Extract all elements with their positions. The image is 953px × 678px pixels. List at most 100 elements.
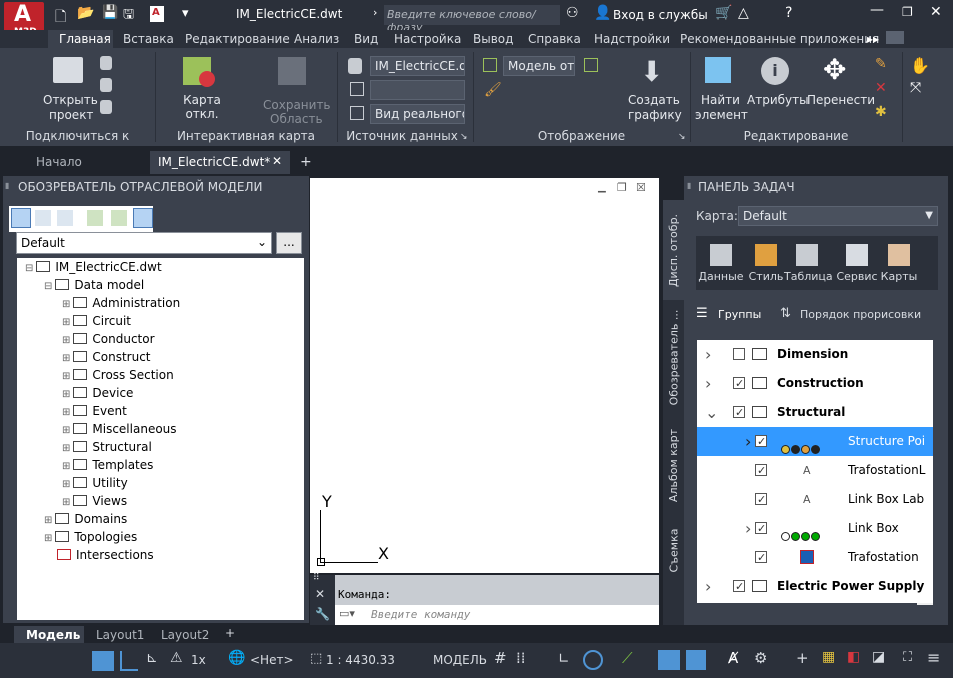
save-area-button[interactable]: Сохранить Область (260, 53, 332, 126)
chevron-down-icon[interactable]: ⌄ (705, 398, 718, 427)
find-element-button[interactable]: Найти элемент (693, 53, 748, 123)
tab-featured-apps[interactable]: Рекомендованные приложения (680, 32, 879, 46)
tree-item[interactable]: ⊞ Device (62, 384, 133, 402)
attributes-button[interactable]: i Атрибуты (745, 53, 809, 123)
ribbon-toggle-icon[interactable] (886, 31, 904, 44)
gear-icon[interactable]: ⚙ (754, 649, 767, 667)
toolbar-icon-6[interactable] (133, 208, 153, 228)
view-combo[interactable]: Вид реального (370, 104, 465, 124)
tree-item[interactable]: ⊞ Event (62, 402, 127, 420)
tree-item[interactable]: ⊞ Circuit (62, 312, 131, 330)
tree-item[interactable]: ⊞ Administration (62, 294, 180, 312)
viewport-close-icon[interactable]: ☒ (636, 181, 646, 194)
open-icon[interactable]: 📂 (77, 5, 94, 21)
layer-visible-checkbox[interactable] (755, 543, 767, 572)
workspace-icon[interactable]: ▦ (822, 649, 835, 665)
undo-icon[interactable]: ▾ (182, 6, 189, 21)
expand-icon[interactable]: ⊞ (62, 335, 70, 346)
task-tool-button[interactable]: Таблица (784, 242, 833, 286)
layer-row[interactable]: Trafostation (697, 543, 919, 572)
new-layout-icon[interactable]: + (225, 626, 235, 640)
tab-output[interactable]: Вывод (473, 32, 513, 46)
toolbar-icon-1[interactable] (11, 208, 31, 228)
command-prompt-icon[interactable]: ▭▾ (339, 607, 355, 620)
db-icon-2[interactable] (100, 78, 112, 92)
pan-icon[interactable]: ✋ (910, 56, 930, 75)
annotation-scale[interactable]: 1x (191, 653, 206, 667)
layer-row[interactable]: › Link Box (697, 514, 917, 543)
task-tool-button[interactable]: Стиль (743, 242, 789, 286)
create-graphics-button[interactable]: ⬇ Создать графику (620, 53, 685, 123)
layer-visible-checkbox[interactable] (755, 485, 767, 514)
minimize-icon[interactable]: — (870, 2, 884, 18)
plus-icon[interactable]: + (796, 649, 809, 667)
grid-icon[interactable] (350, 82, 364, 96)
layer-visible-checkbox[interactable] (755, 456, 767, 485)
hardware-icon[interactable]: ◪ (872, 649, 885, 665)
source-file-combo[interactable]: IM_ElectricCE.dwt (370, 56, 465, 76)
tab-help[interactable]: Справка (528, 32, 581, 46)
collapse-icon[interactable]: ⊟ (44, 281, 52, 292)
task-tool-button[interactable]: Сервис (834, 242, 880, 286)
annotation-icon[interactable]: ⚠ (170, 650, 183, 666)
binoculars-icon[interactable]: ⚇ (566, 5, 579, 21)
tab-model[interactable]: Модель (14, 626, 84, 644)
layer-visible-checkbox[interactable] (755, 427, 767, 456)
grid-toggle-icon[interactable]: # (494, 649, 507, 667)
search-input[interactable]: Введите ключевое слово/фразу (384, 5, 560, 34)
viewport-restore-icon[interactable]: ❐ (617, 181, 627, 194)
command-settings-icon[interactable]: 🔧 (315, 607, 330, 621)
collapse-icon[interactable]: ⊟ (25, 263, 33, 274)
isolate-icon[interactable]: ◧ (847, 649, 860, 665)
lineweight-icon[interactable] (658, 650, 680, 670)
tree-item[interactable]: ⊞ Cross Section (62, 366, 174, 384)
status-icon-3[interactable]: ⊾ (146, 650, 158, 666)
tree-item[interactable]: ⊞ Construct (62, 348, 151, 366)
layer-visible-checkbox[interactable] (733, 348, 745, 360)
tab-analysis[interactable]: Анализ (294, 32, 339, 46)
more-tabs-icon[interactable]: ▸▸ (867, 32, 879, 46)
tab-home[interactable]: Главная (48, 30, 113, 48)
viewport-minimize-icon[interactable]: ▁ (598, 182, 606, 193)
chevron-right-icon[interactable]: › (745, 427, 751, 456)
layer-row[interactable]: › Structure Poi (697, 427, 933, 456)
zoom-icon[interactable]: ⤧ (910, 80, 921, 96)
login-button[interactable]: Вход в службы (613, 8, 708, 22)
draw-order-button[interactable]: Порядок прорисовки (800, 308, 921, 321)
fullscreen-icon[interactable]: ⛶ (903, 650, 912, 665)
display-icon-2[interactable] (584, 58, 598, 72)
expand-icon[interactable]: ⊞ (62, 461, 70, 472)
status-icon-1[interactable] (92, 651, 114, 671)
chevron-right-icon[interactable]: › (705, 369, 711, 398)
move-button[interactable]: ✥ Перенести (805, 53, 875, 123)
expand-icon[interactable]: ⊞ (62, 425, 70, 436)
scale-ratio[interactable]: 1 : 4430.33 (326, 653, 395, 667)
tree-item[interactable]: ⊞ Utility (62, 474, 128, 492)
ortho-icon[interactable]: ∟ (558, 651, 570, 667)
display-launcher-icon[interactable]: ↘ (678, 132, 686, 142)
pdf-icon[interactable]: A (150, 6, 164, 22)
map-combo[interactable]: Default ▼ (738, 206, 938, 226)
brush-icon[interactable]: 🖌 (484, 82, 502, 98)
drawing-canvas[interactable]: ▁ ❐ ☒ Y X (310, 178, 659, 573)
polar-icon[interactable] (583, 650, 603, 670)
tab-layout1[interactable]: Layout1 (96, 628, 144, 642)
model-combo[interactable]: Модель от (503, 56, 575, 76)
layer-row[interactable]: A Link Box Lab (697, 485, 924, 514)
tree-item[interactable]: ⊞ Views (62, 492, 127, 510)
status-icon-2[interactable] (120, 651, 138, 671)
command-close-icon[interactable]: ✕ (315, 587, 325, 601)
delete-icon[interactable]: ✕ (875, 80, 887, 96)
coord-system[interactable]: <Нет> (250, 653, 294, 667)
layer-row[interactable]: A TrafostationL (697, 456, 925, 485)
map-off-button[interactable]: Карта откл. (165, 53, 237, 123)
note-icon[interactable]: ✱ (875, 104, 887, 120)
tree-item[interactable]: ⊞ Structural (62, 438, 152, 456)
more-button[interactable]: ... (276, 232, 302, 254)
annotation-monitor-icon[interactable]: Ⱥ (728, 649, 738, 667)
new-icon[interactable]: 🗋 (55, 6, 66, 30)
layer-visible-checkbox[interactable] (733, 369, 745, 398)
new-tab-icon[interactable]: + (300, 154, 312, 170)
pen-icon[interactable]: ✎ (875, 56, 887, 72)
layer-visible-checkbox[interactable] (755, 514, 767, 543)
